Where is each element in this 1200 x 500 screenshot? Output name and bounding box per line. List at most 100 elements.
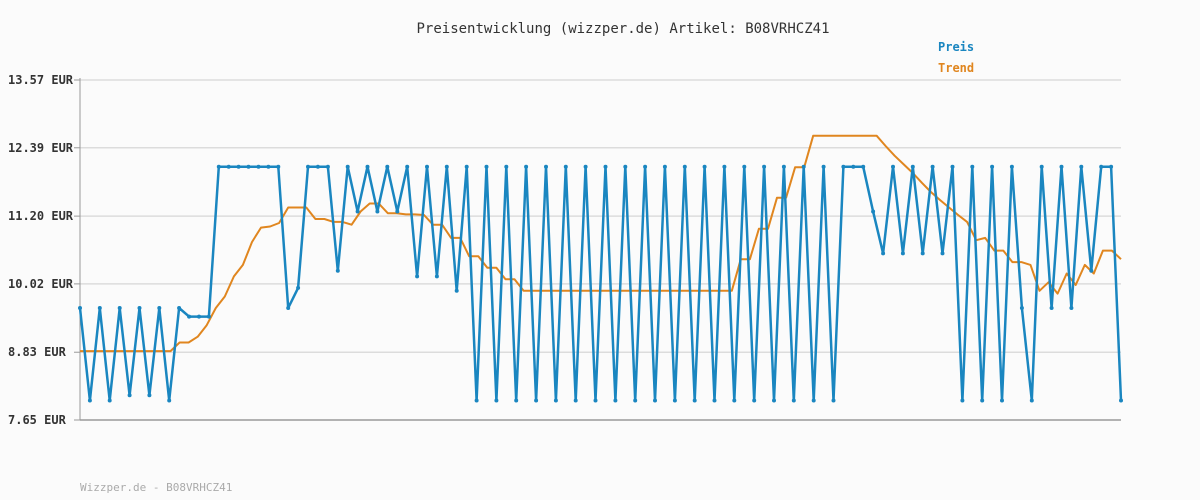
preis-point	[970, 164, 975, 169]
preis-point	[206, 314, 211, 319]
preis-point	[732, 398, 737, 403]
preis-point	[355, 209, 360, 214]
preis-point	[930, 164, 935, 169]
preis-point	[405, 164, 410, 169]
preis-point	[345, 164, 350, 169]
preis-point	[900, 251, 905, 256]
preis-point	[97, 306, 102, 310]
y-axis-ticks: 13.57 EUR 12.39 EUR 11.20 EUR 10.02 EUR 8.83…	[8, 73, 80, 427]
preis-point	[276, 164, 281, 169]
preis-point	[534, 398, 539, 403]
preis-point	[643, 164, 648, 169]
y-tick-label: 12.39 EUR	[8, 141, 74, 155]
preis-point	[891, 164, 895, 169]
preis-point	[544, 164, 548, 169]
preis-point	[712, 398, 717, 403]
preis-point	[325, 164, 330, 169]
preis-point	[692, 398, 697, 403]
preis-point	[1049, 306, 1054, 310]
preis-point	[861, 164, 866, 169]
preis-point	[216, 164, 221, 169]
preis-point	[851, 164, 856, 169]
preis-point	[653, 398, 657, 403]
preis-point	[960, 398, 965, 403]
preis-point	[425, 164, 429, 169]
preis-point	[1000, 398, 1004, 403]
price-chart: Preisentwicklung (wizzper.de) Artikel: B…	[8, 21, 1123, 494]
preis-point	[1019, 306, 1024, 310]
preis-point	[504, 164, 509, 169]
preis-point	[1079, 164, 1084, 169]
preis-point	[474, 398, 479, 403]
preis-point	[573, 398, 578, 403]
preis-point	[226, 164, 231, 169]
preis-point	[871, 209, 876, 214]
preis-point	[791, 398, 796, 403]
preis-point	[1099, 164, 1104, 169]
preis-point	[266, 164, 271, 169]
preis-point	[395, 209, 400, 214]
preis-point	[147, 393, 152, 398]
legend-label-trend: Trend	[938, 61, 974, 75]
preis-point	[722, 164, 727, 169]
preis-point	[1009, 164, 1014, 169]
preis-point	[623, 164, 628, 169]
preis-point	[365, 164, 370, 169]
preis-point	[563, 164, 568, 169]
preis-point	[990, 164, 995, 169]
preis-point	[415, 274, 420, 279]
preis-point	[821, 164, 826, 169]
preis-point	[752, 398, 757, 403]
preis-point	[256, 164, 261, 169]
preis-point	[1059, 164, 1064, 169]
preis-point	[78, 306, 82, 310]
preis-point	[127, 393, 132, 398]
preis-point	[603, 164, 608, 169]
preis-point	[494, 398, 499, 403]
footer-credit: Wizzper.de - B08VRHCZ41	[80, 481, 232, 494]
preis-point	[920, 251, 925, 256]
preis-point	[1069, 306, 1074, 310]
preis-point	[335, 268, 340, 273]
y-tick-label: 11.20 EUR	[8, 209, 74, 223]
preis-point	[187, 314, 192, 319]
preis-point	[1089, 268, 1094, 273]
y-tick-label: 8.83 EUR	[8, 345, 67, 359]
y-tick-label: 10.02 EUR	[8, 277, 74, 291]
preis-point	[375, 209, 380, 214]
preis-point	[464, 164, 469, 169]
preis-point	[484, 164, 489, 169]
preis-point	[286, 306, 291, 310]
preis-point	[177, 306, 182, 310]
preis-point	[662, 164, 667, 169]
preis-point	[553, 398, 558, 403]
preis-point	[950, 164, 955, 169]
preis-point	[167, 398, 172, 403]
preis-point	[444, 164, 449, 169]
preis-point	[246, 164, 251, 169]
preis-point	[306, 164, 310, 169]
preis-point	[940, 251, 945, 256]
preis-point	[117, 306, 122, 310]
chart-title: Preisentwicklung (wizzper.de) Artikel: B…	[416, 21, 829, 37]
preis-point	[236, 164, 241, 169]
preis-point	[385, 164, 390, 169]
preis-point	[107, 398, 112, 403]
preis-point	[157, 306, 162, 310]
preis-point	[781, 164, 786, 169]
preis-point	[910, 164, 915, 169]
preis-point	[524, 164, 529, 169]
preis-point	[296, 285, 301, 290]
preis-point	[583, 164, 588, 169]
preis-point	[434, 274, 439, 279]
legend-label-preis: Preis	[938, 40, 974, 54]
preis-point	[87, 398, 92, 403]
preis-point	[593, 398, 598, 403]
preis-point	[1039, 164, 1044, 169]
preis-point	[762, 164, 767, 169]
preis-point	[682, 164, 687, 169]
preis-point	[742, 164, 747, 169]
preis-point	[137, 306, 142, 310]
preis-point	[1109, 164, 1114, 169]
preis-point	[197, 314, 201, 319]
